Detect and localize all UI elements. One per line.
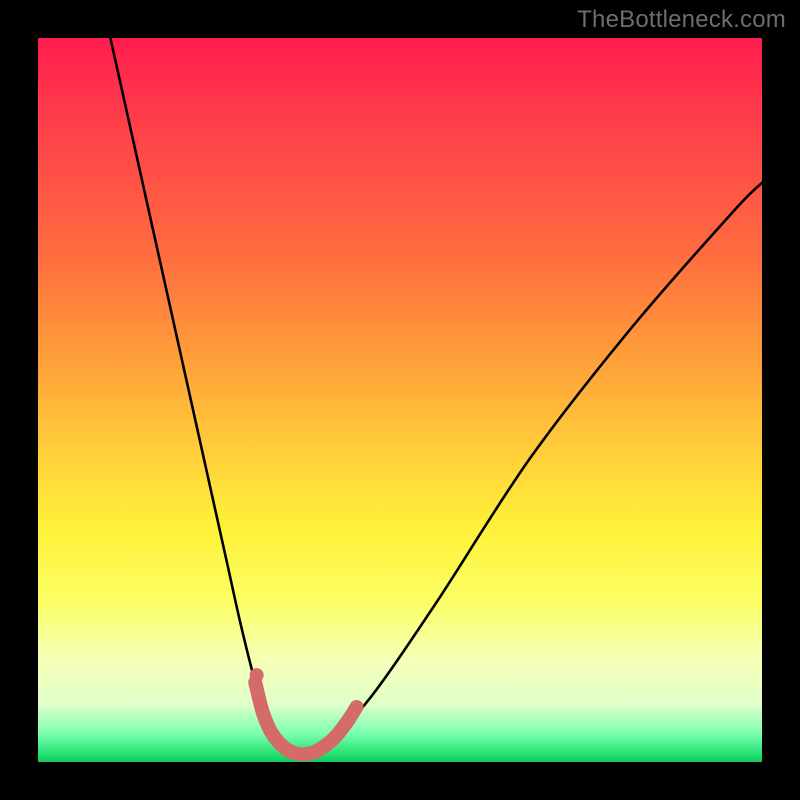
chart-frame: TheBottleneck.com [0, 0, 800, 800]
highlight-segment [255, 682, 356, 754]
bottleneck-curve [110, 38, 762, 755]
highlight-dot [250, 668, 264, 682]
watermark-text: TheBottleneck.com [577, 6, 786, 34]
chart-svg [38, 38, 762, 762]
plot-area [38, 38, 762, 762]
